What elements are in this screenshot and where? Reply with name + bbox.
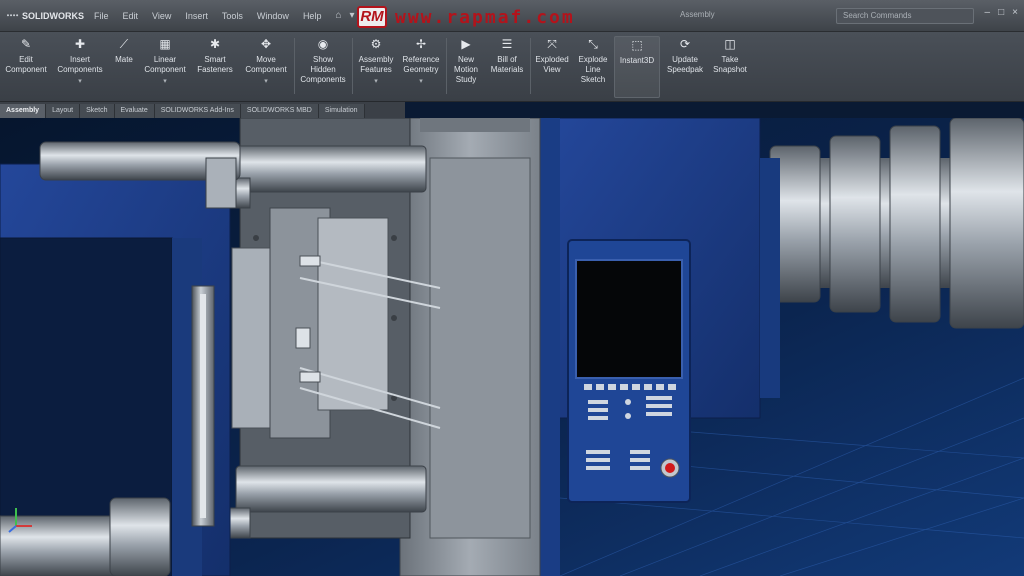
close-icon[interactable]: × xyxy=(1012,7,1018,18)
chevron-down-icon[interactable]: ▾ xyxy=(163,77,167,87)
bom-icon: ☰ xyxy=(501,37,513,51)
edit-component-button[interactable]: ✎ Edit Component xyxy=(2,36,50,98)
axis-triad-icon xyxy=(8,508,32,533)
show-hidden-icon: ◉ xyxy=(317,37,329,51)
menu-help[interactable]: Help xyxy=(303,11,322,21)
tab-addins[interactable]: SOLIDWORKS Add-Ins xyxy=(154,104,241,118)
injection-molding-machine-model xyxy=(0,118,1024,576)
tie-bar-upper xyxy=(235,145,427,193)
tie-bar-lower xyxy=(235,465,427,513)
mold-core-block xyxy=(317,217,389,411)
menu-window[interactable]: Window xyxy=(257,11,289,21)
tab-evaluate[interactable]: Evaluate xyxy=(114,104,155,118)
explode-line-icon: ⤡ xyxy=(588,37,598,51)
chevron-down-icon[interactable]: ▾ xyxy=(419,77,423,87)
update-speedpak-button[interactable]: ⟳ Update Speedpak xyxy=(663,36,707,98)
solidworks-logo-icon: ᠁ xyxy=(4,8,18,23)
command-manager-tabs: Assembly Layout Sketch Evaluate SOLIDWOR… xyxy=(0,102,405,118)
reference-geometry-icon: ✢ xyxy=(415,37,427,51)
tab-mbd[interactable]: SOLIDWORKS MBD xyxy=(240,104,319,118)
search-commands-input[interactable]: Search Commands xyxy=(836,8,974,24)
new-motion-study-button[interactable]: ▶ New Motion Study xyxy=(449,36,483,98)
menu-tools[interactable]: Tools xyxy=(222,11,243,21)
menu-view[interactable]: View xyxy=(152,11,171,21)
exploded-view-button[interactable]: ⤧ Exploded View xyxy=(533,36,571,98)
ribbon-separator xyxy=(352,38,353,94)
bill-of-materials-button[interactable]: ☰ Bill of Materials xyxy=(486,36,528,98)
motion-study-icon: ▶ xyxy=(461,37,471,51)
ribbon-separator xyxy=(530,38,531,94)
move-component-icon: ✥ xyxy=(260,37,272,51)
menu-insert[interactable]: Insert xyxy=(185,11,208,21)
new-icon[interactable]: ⌂ xyxy=(335,10,341,21)
menu-bar: File Edit View Insert Tools Window Help xyxy=(94,11,321,21)
control-screen xyxy=(575,259,683,379)
instant3d-button[interactable]: ⬚ Instant3D xyxy=(614,36,660,98)
ribbon-separator xyxy=(446,38,447,94)
move-component-button[interactable]: ✥ Move Component ▾ xyxy=(240,36,292,98)
insert-components-button[interactable]: ✚ Insert Components ▾ xyxy=(52,36,108,98)
watermark: RM www.rapmaf.com xyxy=(357,5,575,29)
window-controls: – □ × xyxy=(985,7,1018,18)
reference-geometry-button[interactable]: ✢ Reference Geometry ▾ xyxy=(399,36,443,98)
app-brand: ᠁ SOLIDWORKS xyxy=(0,9,90,23)
speedpak-icon: ⟳ xyxy=(679,37,691,51)
assembly-features-button[interactable]: ⚙ Assembly Features ▾ xyxy=(355,36,397,98)
menu-edit[interactable]: Edit xyxy=(123,11,139,21)
assembly-features-icon: ⚙ xyxy=(370,37,382,51)
control-panel xyxy=(567,239,691,503)
tab-assembly[interactable]: Assembly xyxy=(0,104,47,118)
graphics-viewport[interactable] xyxy=(0,118,1024,576)
show-hidden-components-button[interactable]: ◉ Show Hidden Components xyxy=(297,36,349,98)
rapmaf-logo: RM xyxy=(357,6,387,28)
document-title: Assembly xyxy=(680,10,715,19)
chevron-down-icon[interactable]: ▾ xyxy=(374,77,378,87)
maximize-icon[interactable]: □ xyxy=(998,7,1004,18)
exploded-view-icon: ⤧ xyxy=(547,37,557,51)
instant3d-icon: ⬚ xyxy=(631,38,643,52)
linear-component-pattern-button[interactable]: ▦ Linear Component ▾ xyxy=(140,36,190,98)
edit-component-icon: ✎ xyxy=(20,37,32,51)
watermark-url: www.rapmaf.com xyxy=(395,6,575,28)
tab-simulation[interactable]: Simulation xyxy=(318,104,365,118)
solidworks-window: ᠁ SOLIDWORKS File Edit View Insert Tools… xyxy=(0,0,1024,576)
ribbon-separator xyxy=(294,38,295,94)
open-icon[interactable]: ▾ xyxy=(350,10,355,21)
chevron-down-icon[interactable]: ▾ xyxy=(264,77,268,87)
menu-file[interactable]: File xyxy=(94,11,109,21)
smart-fasteners-icon: ✱ xyxy=(209,37,221,51)
linear-pattern-icon: ▦ xyxy=(159,37,171,51)
mate-icon: ⟋ xyxy=(119,37,129,51)
mate-button[interactable]: ⟋ Mate xyxy=(110,36,138,98)
minimize-icon[interactable]: – xyxy=(985,7,991,18)
command-manager-ribbon: ✎ Edit Component ✚ Insert Components ▾ ⟋… xyxy=(0,32,1024,102)
app-name: SOLIDWORKS xyxy=(22,10,84,21)
tab-sketch[interactable]: Sketch xyxy=(80,104,115,118)
snapshot-icon: ◫ xyxy=(724,37,736,51)
chevron-down-icon[interactable]: ▾ xyxy=(78,77,82,87)
smart-fasteners-button[interactable]: ✱ Smart Fasteners xyxy=(193,36,237,98)
tab-layout[interactable]: Layout xyxy=(46,104,81,118)
take-snapshot-button[interactable]: ◫ Take Snapshot xyxy=(710,36,750,98)
insert-components-icon: ✚ xyxy=(74,37,86,51)
explode-line-sketch-button[interactable]: ⤡ Explode Line Sketch xyxy=(574,36,612,98)
